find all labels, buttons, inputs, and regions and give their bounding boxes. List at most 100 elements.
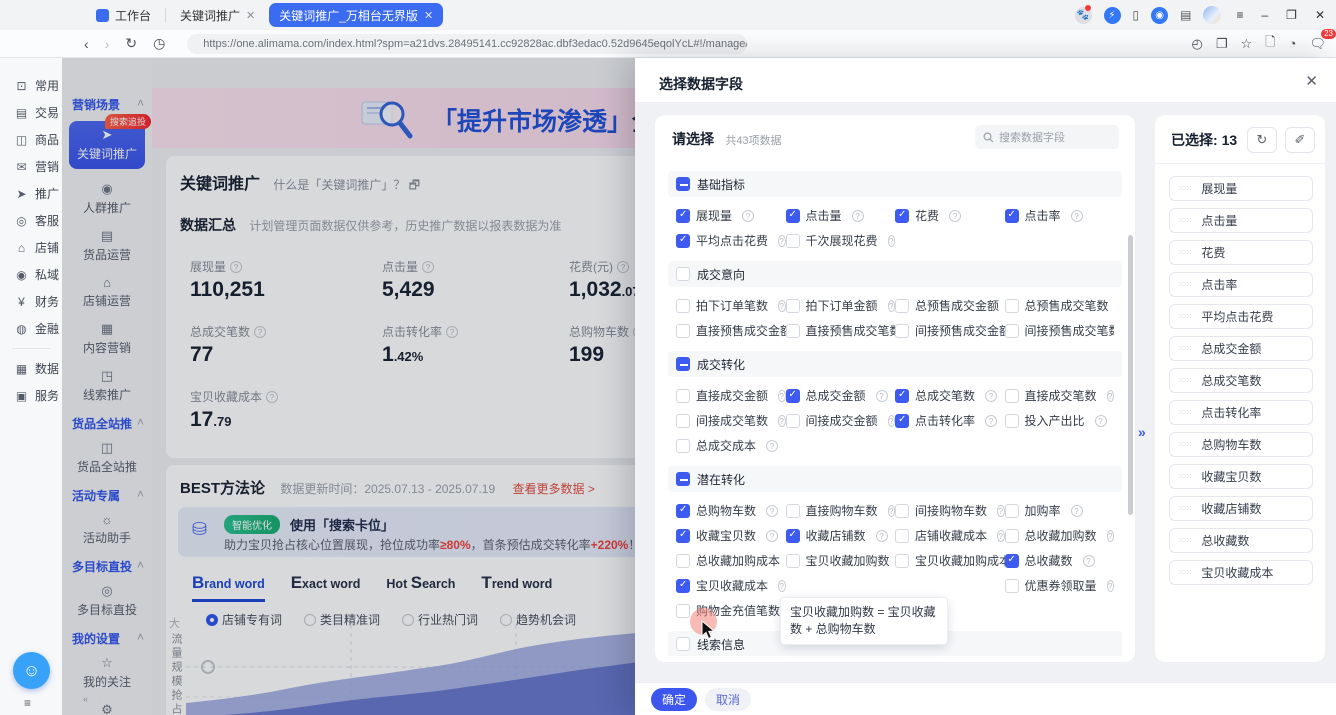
info-icon[interactable] [1071, 505, 1083, 517]
performance-icon[interactable]: ◴ [1192, 36, 1203, 52]
field-item-加购率[interactable]: 加购率 [1005, 498, 1115, 523]
field-checkbox[interactable] [1005, 324, 1019, 338]
field-checkbox[interactable] [895, 554, 909, 568]
info-icon[interactable] [778, 580, 785, 592]
minimize-button[interactable]: – [1258, 8, 1271, 22]
field-item-直接成交金额[interactable]: 直接成交金额 [676, 383, 786, 408]
menu-icon[interactable]: ≡ [1233, 8, 1246, 22]
field-checkbox[interactable] [676, 324, 690, 338]
field-item-展现量[interactable]: 展现量 [676, 203, 786, 228]
field-checkbox[interactable] [676, 389, 690, 403]
scrollbar-thumb[interactable] [1128, 235, 1133, 515]
field-checkbox[interactable] [676, 504, 690, 518]
field-checkbox[interactable] [786, 324, 800, 338]
info-icon[interactable] [888, 505, 895, 517]
selected-field-pill[interactable]: ⁙⁙总成交金额 [1169, 336, 1313, 361]
field-checkbox[interactable] [676, 234, 690, 248]
field-item-总预售成交金额[interactable]: 总预售成交金额 [895, 293, 1005, 318]
field-checkbox[interactable] [676, 414, 690, 428]
field-item-千次展现花费[interactable]: 千次展现花费 [786, 228, 896, 253]
field-checkbox[interactable] [895, 529, 909, 543]
selected-field-pill[interactable]: ⁙⁙总成交笔数 [1169, 368, 1313, 393]
rail-item-3[interactable]: ◫商品 [0, 126, 62, 153]
info-icon[interactable] [1107, 530, 1114, 542]
tab-close-icon[interactable]: ✕ [246, 9, 255, 22]
selected-field-pill[interactable]: ⁙⁙收藏宝贝数 [1169, 464, 1313, 489]
rail-collapse-icon[interactable]: ≡ [24, 696, 31, 710]
browser-tab-2[interactable]: 关键词推广✕ [170, 3, 265, 27]
info-icon[interactable] [997, 530, 1004, 542]
field-item-间接成交金额[interactable]: 间接成交金额 [786, 408, 896, 433]
drag-handle-icon[interactable]: ⁙⁙ [1178, 537, 1193, 544]
selected-field-pill[interactable]: ⁙⁙宝贝收藏成本 [1169, 560, 1313, 585]
info-icon[interactable] [876, 530, 888, 542]
field-item-总收藏加购成本[interactable]: 总收藏加购成本 [676, 548, 786, 573]
field-item-间接成交笔数[interactable]: 间接成交笔数 [676, 408, 786, 433]
group-checkbox[interactable] [676, 637, 690, 651]
drag-handle-icon[interactable]: ⁙⁙ [1178, 281, 1193, 288]
field-checkbox[interactable] [786, 529, 800, 543]
drag-handle-icon[interactable]: ⁙⁙ [1178, 249, 1193, 256]
field-item-拍下订单笔数[interactable]: 拍下订单笔数 [676, 293, 786, 318]
back-icon[interactable]: ‹ [84, 36, 89, 52]
field-checkbox[interactable] [1005, 299, 1019, 313]
phone-icon[interactable]: ▯ [1133, 8, 1140, 22]
field-item-平均点击花费[interactable]: 平均点击花费 [676, 228, 786, 253]
info-icon[interactable] [985, 390, 997, 402]
field-search-input[interactable]: 搜索数据字段 [975, 125, 1119, 149]
field-checkbox[interactable] [786, 389, 800, 403]
field-checkbox[interactable] [895, 209, 909, 223]
info-icon[interactable] [997, 505, 1004, 517]
selected-field-pill[interactable]: ⁙⁙点击率 [1169, 272, 1313, 297]
field-group-header-潜在转化[interactable]: 潜在转化 [668, 466, 1122, 492]
field-item-投入产出比[interactable]: 投入产出比 [1005, 408, 1115, 433]
field-checkbox[interactable] [1005, 529, 1019, 543]
field-item-总购物车数[interactable]: 总购物车数 [676, 498, 786, 523]
field-checkbox[interactable] [786, 209, 800, 223]
drag-handle-icon[interactable]: ⁙⁙ [1178, 185, 1193, 192]
field-item-点击转化率[interactable]: 点击转化率 [895, 408, 1005, 433]
field-item-间接预售成交笔数[interactable]: 间接预售成交笔数 [1005, 318, 1115, 343]
selected-field-pill[interactable]: ⁙⁙花费 [1169, 240, 1313, 265]
field-checkbox[interactable] [676, 579, 690, 593]
field-checkbox[interactable] [676, 439, 690, 453]
tab-close-icon[interactable]: ✕ [424, 9, 433, 22]
field-checkbox[interactable] [786, 554, 800, 568]
drag-handle-icon[interactable]: ⁙⁙ [1178, 217, 1193, 224]
rail-item-9[interactable]: ¥财务 [0, 288, 62, 315]
field-item-总收藏加购数[interactable]: 总收藏加购数 [1005, 523, 1115, 548]
field-checkbox[interactable] [786, 414, 800, 428]
note-icon[interactable]: ▤ [1180, 8, 1191, 22]
drag-handle-icon[interactable]: ⁙⁙ [1178, 505, 1193, 512]
rail-item-1[interactable]: ⊡常用 [0, 72, 62, 99]
browser-tab-3[interactable]: 关键词推广_万相台无界版✕ [269, 3, 443, 27]
field-checkbox[interactable] [895, 299, 909, 313]
group-checkbox[interactable] [676, 472, 690, 486]
drag-handle-icon[interactable]: ⁙⁙ [1178, 313, 1193, 320]
info-icon[interactable] [888, 300, 895, 312]
info-icon[interactable] [1095, 415, 1107, 427]
confirm-button[interactable]: 确定 [651, 688, 697, 711]
reload-icon[interactable]: ↻ [125, 35, 137, 52]
field-item-总成交金额[interactable]: 总成交金额 [786, 383, 896, 408]
field-item-直接购物车数[interactable]: 直接购物车数 [786, 498, 896, 523]
field-item-店铺收藏成本[interactable]: 店铺收藏成本 [895, 523, 1005, 548]
group-checkbox[interactable] [676, 267, 690, 281]
selected-field-pill[interactable]: ⁙⁙点击转化率 [1169, 400, 1313, 425]
panel-collapse-icon[interactable]: » [1138, 424, 1146, 440]
drag-handle-icon[interactable]: ⁙⁙ [1178, 345, 1193, 352]
extension-paw-icon[interactable]: 🐾 [1075, 7, 1092, 24]
rail-item-7[interactable]: ⌂店铺 [0, 234, 62, 261]
assistant-robot-button[interactable]: ☺ [13, 652, 50, 689]
info-icon[interactable] [778, 235, 785, 247]
field-item-优惠券领取量[interactable]: 优惠券领取量 [1005, 573, 1115, 598]
field-checkbox[interactable] [786, 299, 800, 313]
clear-icon[interactable]: ✐ [1285, 127, 1315, 153]
field-item-直接预售成交笔数[interactable]: 直接预售成交笔数 [786, 318, 896, 343]
address-bar[interactable]: https://one.alimama.com/index.html?spm=a… [187, 34, 747, 54]
rail-item-11[interactable]: ▦数据 [0, 355, 62, 382]
group-checkbox[interactable] [676, 357, 690, 371]
selected-field-pill[interactable]: ⁙⁙总购物车数 [1169, 432, 1313, 457]
field-checkbox[interactable] [786, 504, 800, 518]
extension-lightning-icon[interactable]: ⚡ [1104, 7, 1121, 24]
